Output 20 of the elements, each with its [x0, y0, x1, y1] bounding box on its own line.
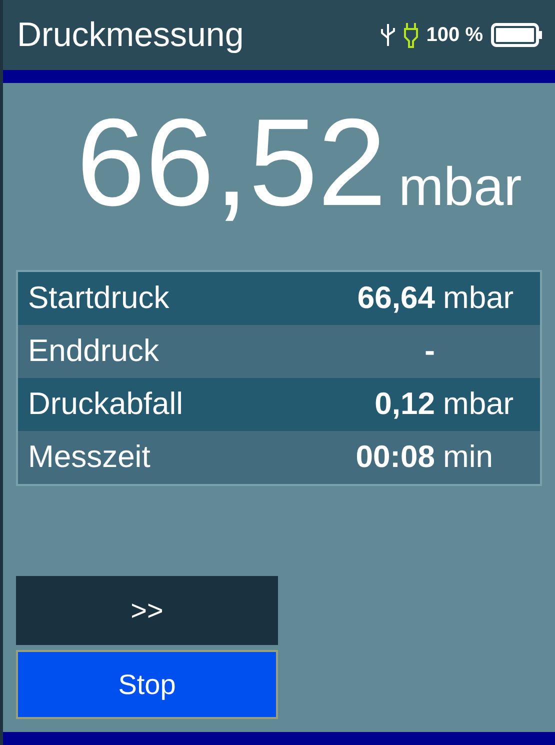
pressure-unit: mbar: [398, 156, 522, 219]
stop-button[interactable]: Stop: [16, 650, 278, 719]
battery-icon: [491, 23, 543, 47]
row-unit: mbar: [442, 385, 515, 424]
row-label: Enddruck: [28, 332, 160, 370]
row-value: 0,12: [374, 385, 435, 424]
next-button[interactable]: >>: [16, 576, 278, 645]
row-label: Messzeit: [28, 438, 152, 476]
row-value: 00:08: [354, 438, 435, 476]
row-label: Druckabfall: [28, 385, 184, 424]
plug-icon: [404, 21, 418, 49]
row-unit: mbar: [442, 279, 515, 318]
pressure-reading: 66,52: [76, 101, 387, 225]
row-value: 66,64: [356, 279, 435, 318]
usb-icon: [380, 22, 396, 48]
row-unit: min: [442, 438, 494, 476]
row-value: -: [424, 332, 435, 370]
screen-title: Druckmessung: [17, 14, 244, 56]
row-label: Startdruck: [28, 279, 170, 318]
battery-percent: 100 %: [426, 23, 483, 48]
